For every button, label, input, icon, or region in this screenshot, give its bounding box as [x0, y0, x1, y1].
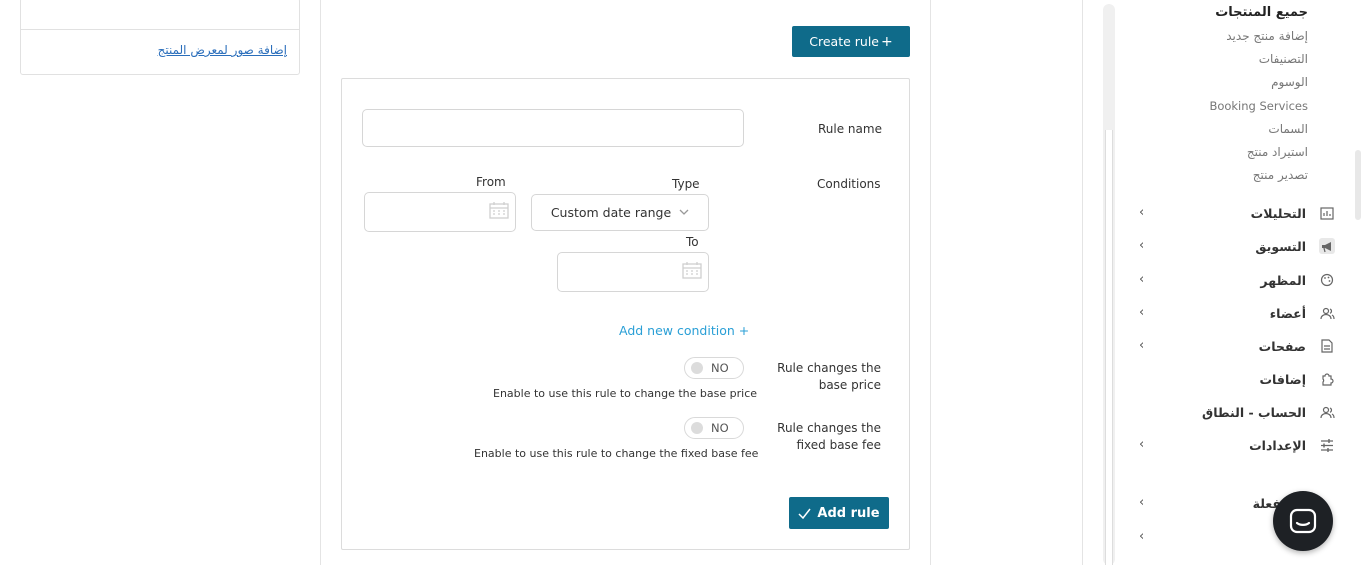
fixed-fee-toggle[interactable]: NO	[684, 417, 744, 439]
base-price-toggle[interactable]: NO	[684, 357, 744, 379]
card-divider	[21, 29, 299, 30]
chevron-left-icon: ‹	[1139, 238, 1145, 253]
nav-item-appearance[interactable]: المظهر	[1135, 268, 1335, 292]
rule-name-input[interactable]	[362, 109, 744, 147]
gallery-card: إضافة صور لمعرض المنتج	[20, 0, 300, 75]
fixed-fee-hint: Enable to use this rule to change the fi…	[474, 447, 759, 460]
chart-icon	[1319, 205, 1335, 221]
add-rule-label: Add rule	[817, 505, 880, 521]
check-icon	[798, 508, 812, 519]
create-rule-button[interactable]: Create rule +	[792, 26, 910, 57]
nav-item-members[interactable]: أعضاء	[1135, 301, 1335, 325]
sliders-icon	[1319, 437, 1335, 453]
to-date-input[interactable]	[557, 252, 709, 292]
submenu-import[interactable]: استيراد منتج	[1247, 145, 1308, 159]
chevron-left-icon: ‹	[1139, 205, 1145, 220]
toggle-state: NO	[711, 421, 729, 435]
nav-item-analytics[interactable]: التحليلات	[1135, 201, 1335, 225]
type-label: Type	[672, 177, 700, 191]
column-divider	[1082, 0, 1083, 565]
rule-name-label: Rule name	[818, 122, 882, 136]
from-label: From	[476, 175, 506, 189]
chevron-left-icon: ‹	[1139, 305, 1145, 320]
submenu-tags[interactable]: الوسوم	[1271, 75, 1308, 89]
base-price-toggle-label: Rule changes the base price	[777, 361, 881, 392]
type-select[interactable]: Custom date range	[531, 194, 709, 231]
create-rule-label: Create rule	[809, 34, 879, 49]
nav-label: أعضاء	[1269, 305, 1306, 321]
toggle-knob	[691, 362, 703, 374]
submenu-export[interactable]: تصدير منتج	[1253, 168, 1308, 182]
megaphone-icon	[1319, 238, 1335, 254]
fixed-fee-toggle-label: Rule changes the fixed base fee	[777, 421, 881, 452]
submenu-booking-services[interactable]: Booking Services	[1209, 99, 1308, 113]
sidebar-scrollbar[interactable]	[1355, 150, 1361, 220]
toggle-knob	[691, 422, 703, 434]
users-icon	[1319, 305, 1335, 321]
toggle-state: NO	[711, 361, 729, 375]
account-icon	[1319, 404, 1335, 420]
nav-label: التسويق	[1255, 238, 1306, 254]
chevron-left-icon: ‹	[1139, 495, 1145, 510]
nav-item-account-domain[interactable]: الحساب - النطاق	[1135, 400, 1335, 424]
add-condition-link[interactable]: Add new condition +	[619, 323, 749, 338]
chevron-left-icon: ‹	[1139, 437, 1145, 452]
chat-launcher-button[interactable]	[1273, 491, 1333, 551]
chevron-left-icon: ‹	[1139, 272, 1145, 287]
calendar-icon	[682, 262, 702, 279]
palette-icon	[1319, 272, 1335, 288]
submenu-attributes[interactable]: السمات	[1268, 122, 1308, 136]
from-date-input[interactable]	[364, 192, 516, 232]
add-gallery-images-link[interactable]: إضافة صور لمعرض المنتج	[158, 43, 287, 57]
nav-item-plugins[interactable]: إضافات	[1135, 367, 1335, 391]
scrollbar-thumb[interactable]	[1105, 130, 1113, 565]
chevron-down-icon	[679, 209, 689, 215]
nav-label: المظهر	[1260, 272, 1306, 288]
nav-label: صفحات	[1258, 338, 1306, 354]
calendar-icon	[489, 202, 509, 219]
conditions-label: Conditions	[817, 177, 881, 191]
submenu-add-product[interactable]: إضافة منتج جديد	[1226, 29, 1308, 43]
add-rule-button[interactable]: Add rule	[789, 497, 889, 529]
plus-icon: +	[881, 33, 893, 50]
nav-item-settings[interactable]: الإعدادات	[1135, 433, 1335, 457]
rule-form-panel	[341, 78, 910, 550]
page-icon	[1319, 338, 1335, 354]
nav-label: إضافات	[1259, 371, 1307, 387]
submenu-categories[interactable]: التصنيفات	[1259, 52, 1308, 66]
type-select-value: Custom date range	[550, 205, 672, 220]
nav-label: التحليلات	[1250, 205, 1306, 221]
to-label: To	[686, 235, 699, 249]
chat-icon	[1289, 508, 1317, 534]
nav-label: الإعدادات	[1249, 437, 1306, 453]
nav-item-pages[interactable]: صفحات	[1135, 334, 1335, 358]
base-price-hint: Enable to use this rule to change the ba…	[493, 387, 758, 400]
chevron-left-icon: ‹	[1139, 338, 1145, 353]
submenu-all-products[interactable]: جميع المنتجات	[1215, 5, 1308, 20]
chevron-left-icon: ‹	[1139, 529, 1145, 544]
nav-item-marketing[interactable]: التسويق	[1135, 234, 1335, 258]
plugin-icon	[1319, 371, 1335, 387]
nav-label: الحساب - النطاق	[1202, 404, 1306, 420]
